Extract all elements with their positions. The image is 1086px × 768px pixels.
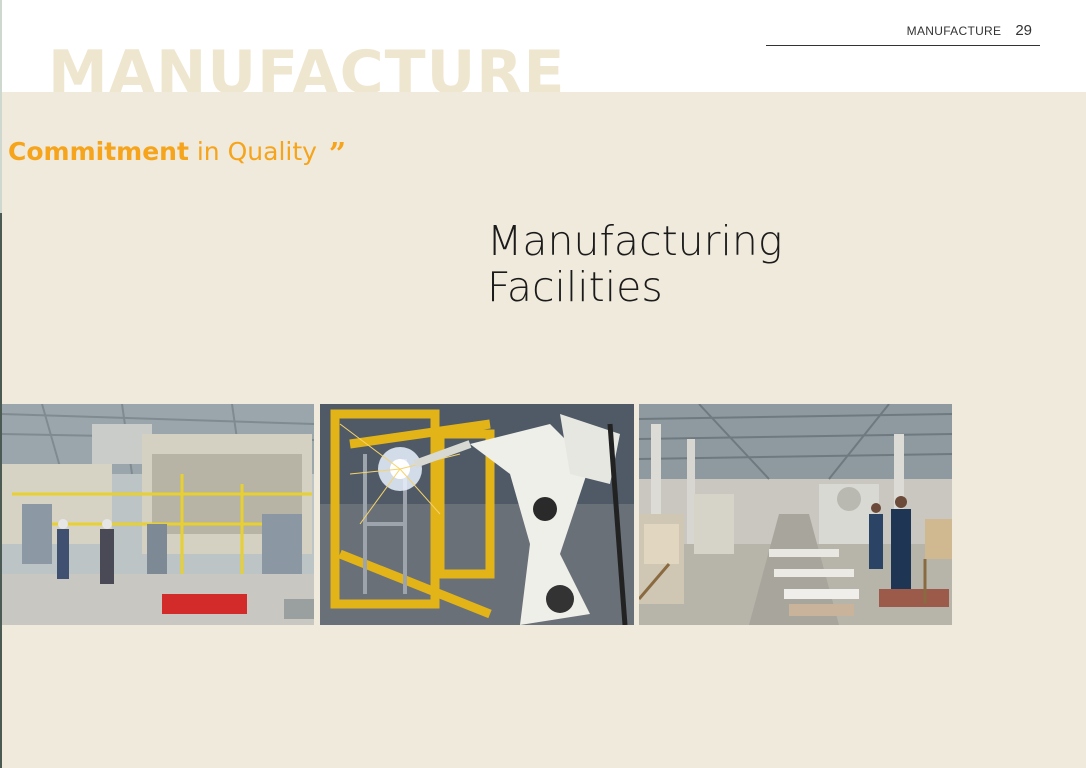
watermark-title: MANUFACTURE [48, 40, 566, 92]
tagline: Commitment in Quality ” [8, 137, 346, 172]
running-head-section: MANUFACTURE [906, 23, 1002, 38]
section-heading: Manufacturing Facilities [487, 218, 782, 310]
tagline-bold: Commitment [8, 137, 189, 166]
photo-powder-coating-line [2, 404, 314, 625]
photo-robotic-welding [320, 404, 634, 625]
heading-line-2: Facilities [487, 263, 663, 311]
photo-assembly-hall [639, 404, 952, 625]
closing-quote-icon: ” [328, 137, 346, 172]
running-head: MANUFACTURE 29 [766, 18, 1040, 46]
page-number: 29 [1015, 22, 1032, 39]
heading-line-1: Manufacturing [487, 217, 783, 265]
tagline-light: in Quality [196, 137, 317, 166]
